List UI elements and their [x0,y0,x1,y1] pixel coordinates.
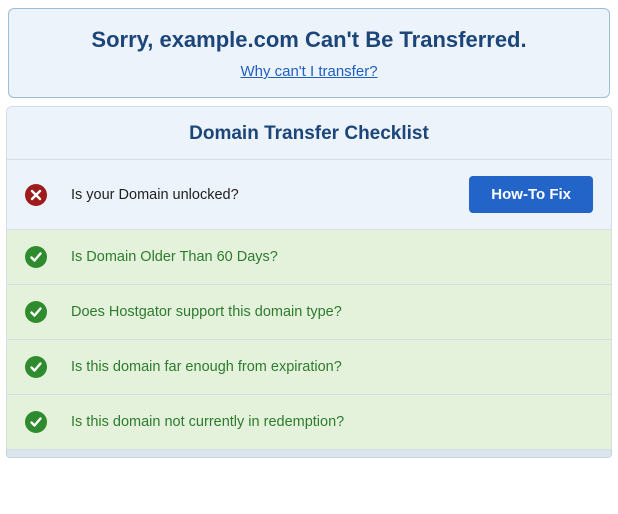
checklist-row-text: Is your Domain unlocked? [71,187,469,203]
why-cant-transfer-link[interactable]: Why can't I transfer? [240,63,377,80]
checklist-row-text: Is Domain Older Than 60 Days? [71,249,593,265]
checklist-row-text: Is this domain far enough from expiratio… [71,359,593,375]
check-icon [25,411,47,433]
how-to-fix-button[interactable]: How-To Fix [469,176,593,213]
checklist-box: Domain Transfer Checklist Is your Domain… [6,106,612,450]
footer-bar [6,450,612,458]
checklist-row: Does Hostgator support this domain type? [7,285,611,340]
checklist-row: Is Domain Older Than 60 Days? [7,230,611,285]
checklist-row-text: Is this domain not currently in redempti… [71,414,593,430]
transfer-alert: Sorry, example.com Can't Be Transferred.… [8,8,610,98]
check-icon [25,246,47,268]
checklist-row-text: Does Hostgator support this domain type? [71,304,593,320]
checklist-row: Is this domain far enough from expiratio… [7,340,611,395]
checklist-row: Is this domain not currently in redempti… [7,395,611,449]
cross-icon [25,184,47,206]
checklist-row: Is your Domain unlocked? How-To Fix [7,160,611,230]
check-icon [25,301,47,323]
check-icon [25,356,47,378]
alert-title: Sorry, example.com Can't Be Transferred. [21,27,597,53]
checklist-title: Domain Transfer Checklist [7,107,611,160]
